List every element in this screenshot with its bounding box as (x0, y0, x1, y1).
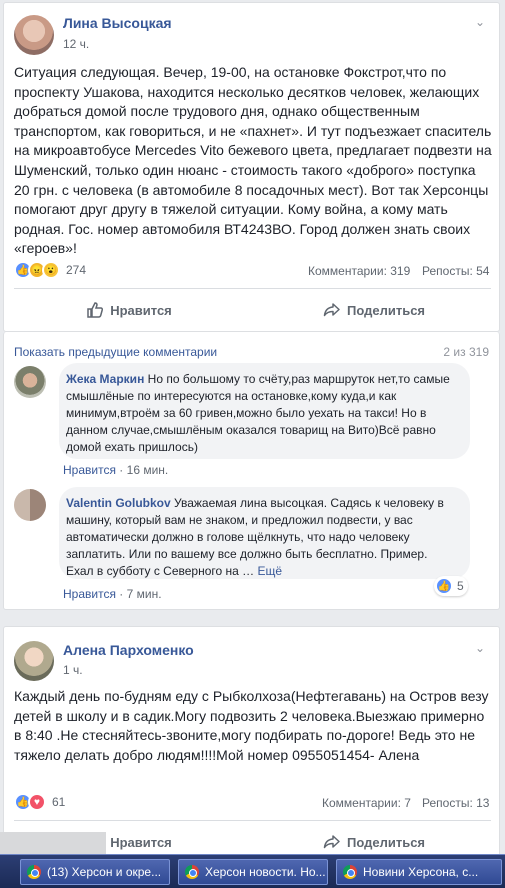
chrome-icon (185, 865, 199, 879)
chrome-icon (27, 865, 41, 879)
post-time[interactable]: 12 ч. (63, 37, 89, 51)
comment-time[interactable]: 7 мин. (127, 587, 162, 601)
comment-reactions[interactable]: 👍 5 (434, 576, 468, 596)
share-label: Поделиться (346, 834, 426, 850)
see-more-link[interactable]: Ещё (258, 564, 283, 578)
like-icon (87, 302, 104, 318)
comment-time[interactable]: 16 мин. (127, 463, 169, 477)
share-label: Поделиться (346, 302, 426, 318)
comment-like-link[interactable]: Нравится (63, 587, 116, 601)
like-label: Нравится (110, 834, 172, 850)
comment-like-count: 5 (457, 579, 464, 593)
author-name[interactable]: Алена Пархоменко (63, 642, 194, 658)
post-text: Ситуация следующая. Вечер, 19-00, на ост… (14, 64, 492, 257)
love-reaction-icon: ♥ (28, 793, 46, 811)
show-previous-comments-link[interactable]: Показать предыдущие комментарии (14, 345, 217, 359)
author-avatar[interactable] (14, 15, 54, 55)
comment-like-link[interactable]: Нравится (63, 463, 116, 477)
share-button[interactable]: Поделиться (259, 293, 489, 327)
reaction-count: 61 (52, 795, 66, 809)
share-icon (323, 835, 340, 849)
taskbar-tab-3[interactable]: Новини Херсона, с... (336, 859, 502, 885)
comments-count[interactable]: Комментарии: 319 (308, 264, 410, 278)
shares-count[interactable]: Репосты: 54 (422, 264, 489, 278)
share-icon (323, 303, 340, 317)
post-card: Лина Высоцкая 12 ч. ⌄ Ситуация следующая… (3, 2, 500, 332)
taskbar-tab-label: (13) Херсон и окре... (47, 865, 162, 879)
wow-reaction-icon: 😮 (42, 261, 60, 279)
chevron-down-icon[interactable]: ⌄ (473, 641, 487, 655)
comment-meta: Нравится · 16 мин. (63, 463, 169, 477)
commenter-avatar[interactable] (14, 366, 46, 398)
comment-bubble: Valentin Golubkov Уважаемая лина высоцка… (59, 487, 470, 579)
like-reaction-icon: 👍 (435, 577, 453, 595)
post-card: Алена Пархоменко 1 ч. ⌄ Каждый день по-б… (3, 626, 500, 866)
shares-count[interactable]: Репосты: 13 (422, 796, 489, 810)
comment-bubble: Жека Маркин Но по большому то счёту,раз … (59, 363, 470, 459)
comment-author[interactable]: Жека Маркин (66, 372, 144, 386)
chevron-down-icon[interactable]: ⌄ (473, 15, 487, 29)
post-time[interactable]: 1 ч. (63, 663, 83, 677)
commenter-avatar[interactable] (14, 489, 46, 521)
comment-counter: 2 из 319 (443, 345, 489, 359)
author-avatar[interactable] (14, 641, 54, 681)
divider (14, 820, 491, 821)
taskbar-tab-label: Новини Херсона, с... (363, 865, 479, 879)
chrome-icon (343, 865, 357, 879)
divider (14, 288, 491, 289)
comments-section: Показать предыдущие комментарии 2 из 319… (3, 332, 500, 610)
reactions[interactable]: 👍 ♥ 61 (14, 793, 65, 811)
comments-count[interactable]: Комментарии: 7 (322, 796, 411, 810)
taskbar-tab-label: Херсон новости. Но... (205, 865, 326, 879)
blurred-area (0, 832, 106, 854)
taskbar-tab-2[interactable]: Херсон новости. Но... (178, 859, 328, 885)
taskbar-tab-1[interactable]: (13) Херсон и окре... (20, 859, 170, 885)
author-name[interactable]: Лина Высоцкая (63, 15, 172, 31)
comment-meta: Нравится · 7 мин. (63, 587, 162, 601)
reaction-count: 274 (66, 263, 87, 277)
reactions[interactable]: 👍 😠 😮 274 (14, 261, 86, 279)
taskbar: (13) Херсон и окре... Херсон новости. Но… (0, 854, 505, 888)
post-text: Каждый день по-будням еду с Рыбколхоза(Н… (14, 688, 489, 763)
like-label: Нравится (110, 302, 172, 318)
comment-author[interactable]: Valentin Golubkov (66, 496, 171, 510)
like-button[interactable]: Нравится (14, 293, 244, 327)
